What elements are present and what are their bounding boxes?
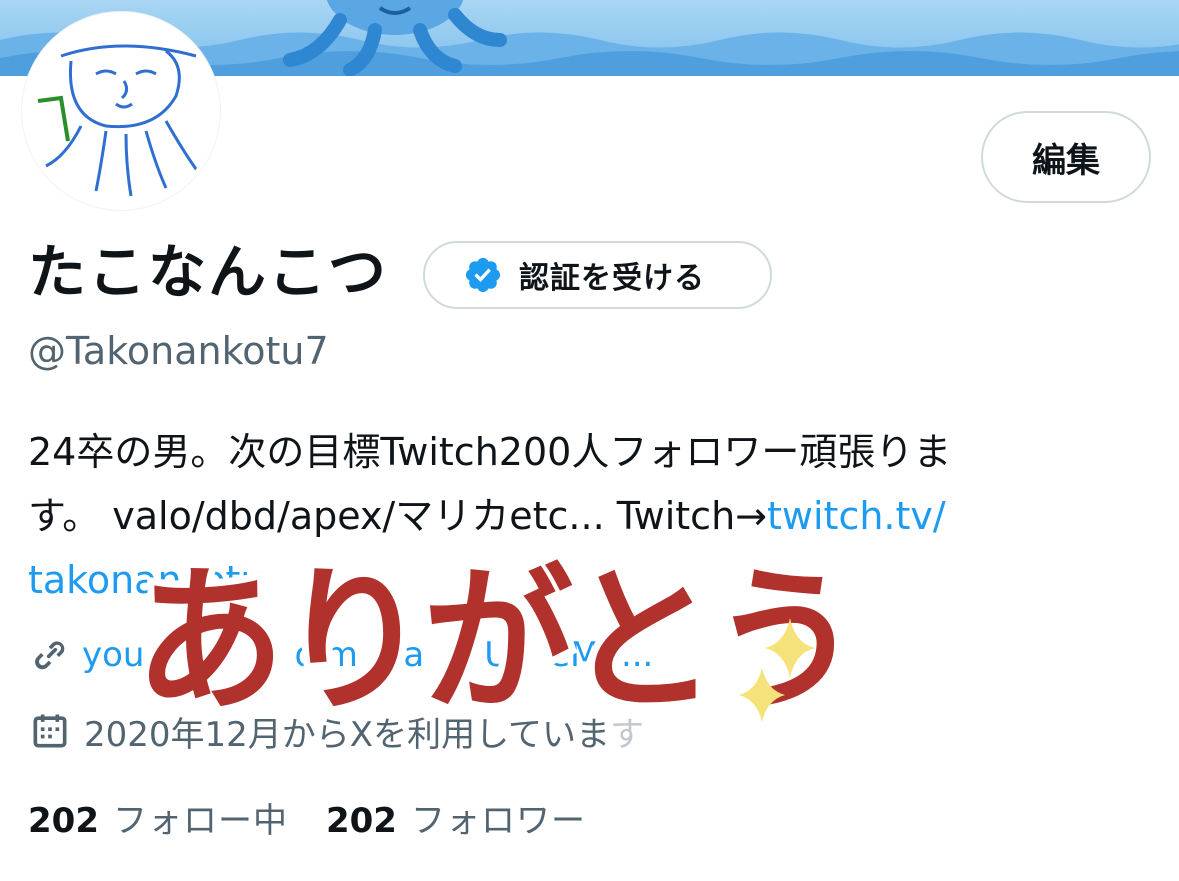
octopus-drawing-icon [37,44,203,197]
profile-avatar[interactable] [22,12,220,210]
get-verified-button[interactable]: 認証を受ける [423,241,772,309]
edit-profile-label: 編集 [1032,140,1100,181]
sparkle-icon [739,618,815,722]
edit-profile-button[interactable]: 編集 [981,111,1151,203]
display-name: たこなんこつ [28,238,389,306]
calendar-icon [33,714,67,748]
link-icon [35,641,65,670]
verified-badge-icon [463,255,503,295]
user-handle: @Takonankotu7 [28,329,329,373]
following-label: フォロー中 [112,800,288,841]
follow-stats: 202 フォロー中 202 フォロワー [28,792,624,842]
followers-label: フォロワー [410,800,586,841]
followers-stat[interactable]: 202 フォロワー [326,793,586,842]
bio-line: 24卒の男。次の目標Twitch200人フォロワー頑張りま [28,430,952,474]
get-verified-label: 認証を受ける [519,261,705,296]
bio-twitch-link[interactable]: twitch.tv/ [767,494,946,538]
following-stat[interactable]: 202 フォロー中 [28,793,288,842]
bio-text: す。 valo/dbd/apex/マリカetc... Twitch→ [28,494,768,538]
following-count: 202 [28,800,99,841]
followers-count: 202 [325,800,397,841]
thank-you-sticker: ありがとう [128,538,868,768]
